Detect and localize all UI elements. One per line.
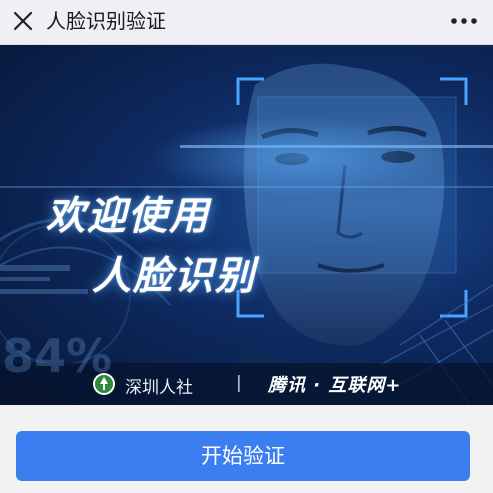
partner-right-label: 腾讯 · 互联网+ [268,375,402,396]
more-dots-icon[interactable] [447,8,481,34]
page-title: 人脸识别验证 [46,9,166,33]
headline-line-1: 欢迎使用 [46,194,211,239]
nav-bar: 人脸识别验证 [0,0,493,45]
face-recognition-banner: 84% 欢迎使用 人脸识别 深圳人社 | 腾讯 · 互联网+ [0,45,493,405]
close-icon[interactable] [8,6,38,36]
partner-logos: 深圳人社 | 腾讯 · 互联网+ [0,363,493,405]
start-verification-button[interactable]: 开始验证 [16,431,470,481]
shenzhen-hrss-logo-icon [92,372,116,396]
partner-separator: | [236,373,242,393]
headline-line-2: 人脸识别 [92,254,257,299]
partner-left-label: 深圳人社 [125,378,193,398]
